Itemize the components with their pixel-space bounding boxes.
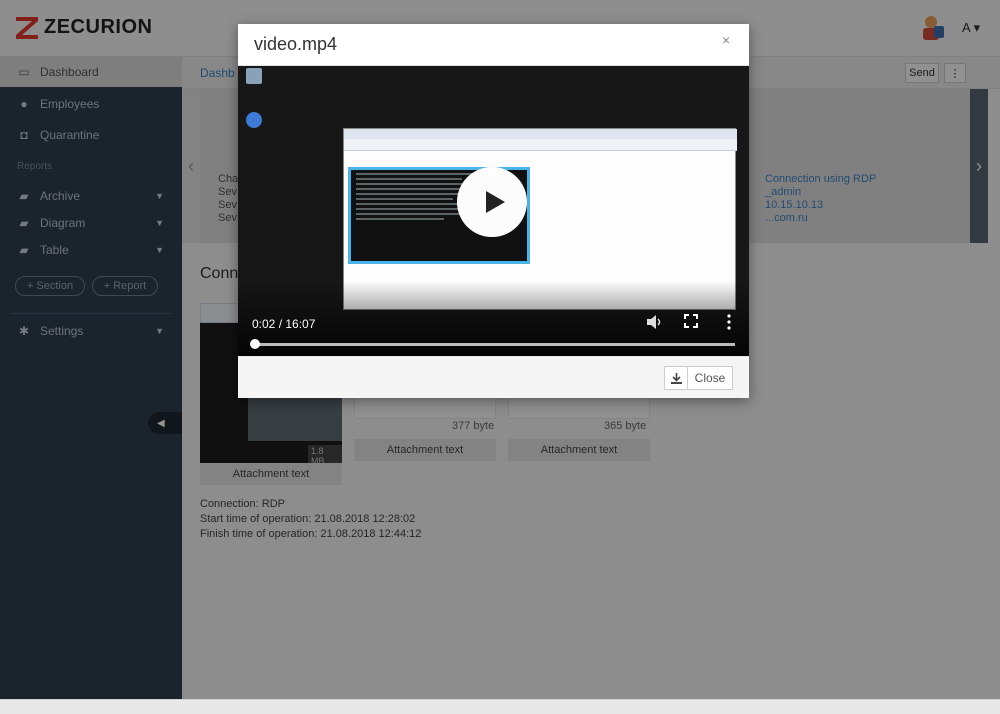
- more-vertical-icon[interactable]: [726, 314, 732, 330]
- fullscreen-icon[interactable]: [684, 314, 698, 328]
- download-button[interactable]: [664, 366, 688, 390]
- video-time: 0:02 / 16:07: [252, 317, 316, 331]
- download-icon: [670, 372, 682, 384]
- footer-bar: [0, 699, 1000, 714]
- play-icon[interactable]: [457, 167, 527, 237]
- close-button[interactable]: Close: [687, 366, 733, 390]
- video-modal: video.mp4 × 0:02 / 16:07 Close: [238, 24, 749, 398]
- volume-icon[interactable]: [646, 314, 664, 330]
- modal-header: video.mp4 ×: [238, 24, 749, 66]
- video-player[interactable]: 0:02 / 16:07: [238, 66, 749, 356]
- close-icon[interactable]: ×: [722, 32, 730, 48]
- system-info-panel: [628, 68, 718, 98]
- modal-footer: Close: [238, 356, 749, 398]
- browser-titlebar: [344, 129, 737, 139]
- modal-title: video.mp4: [254, 34, 338, 54]
- browser-tabs: [344, 139, 737, 151]
- video-progress-bar[interactable]: [249, 339, 735, 349]
- progress-knob[interactable]: [249, 339, 260, 349]
- recycle-bin-icon: [243, 68, 265, 86]
- ie-desktop-icon: [243, 112, 265, 130]
